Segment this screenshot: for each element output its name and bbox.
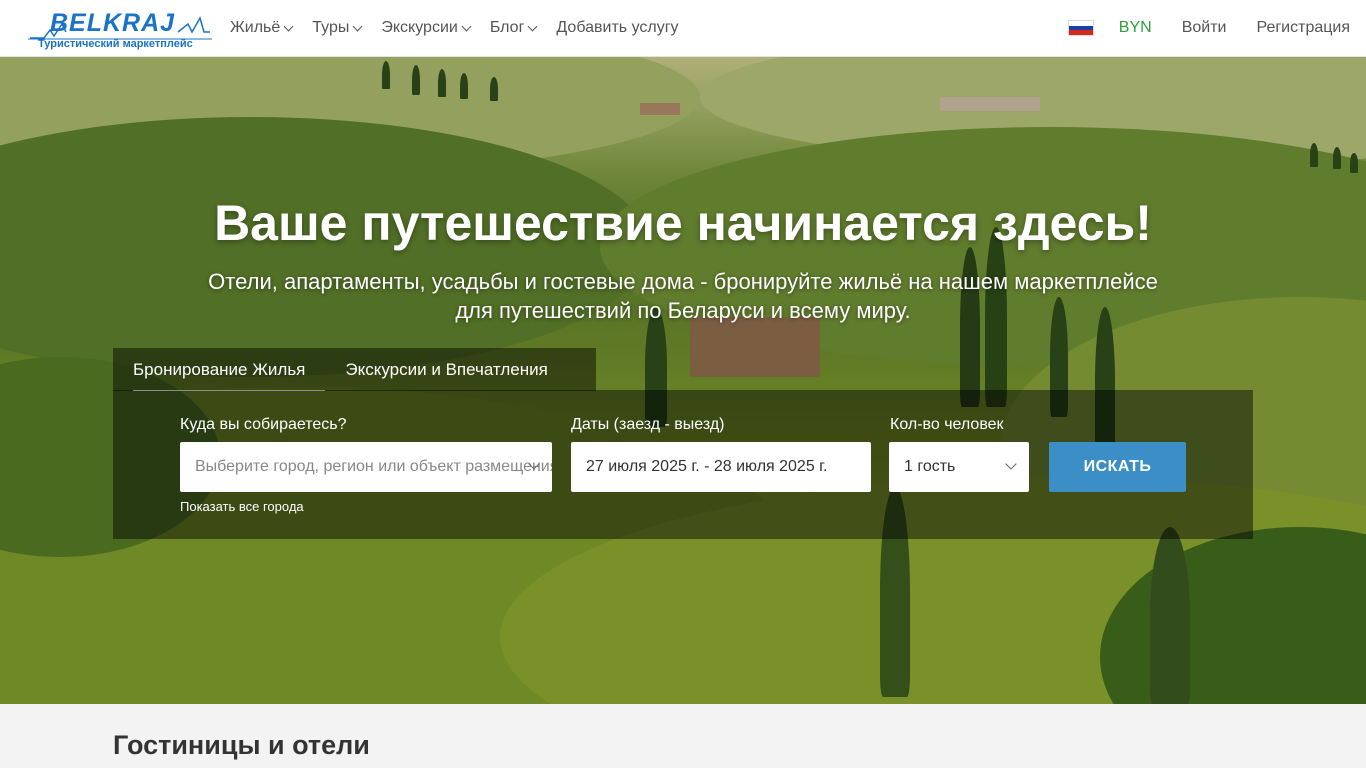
nav-item-excursions[interactable]: Экскурсии [381, 19, 472, 37]
nav-item-label: Блог [489, 19, 525, 36]
dates-value: 27 июля 2025 г. - 28 июля 2025 г. [586, 458, 828, 475]
user-nav: BYN Войти Регистрация [1067, 0, 1350, 56]
nav-item-add-service[interactable]: Добавить услугу [556, 19, 678, 37]
currency-selector[interactable]: BYN [1119, 19, 1152, 37]
register-link[interactable]: Регистрация [1256, 19, 1350, 37]
chevron-down-icon [461, 21, 472, 31]
guests-label: Кол-во человек [890, 416, 1004, 433]
section-title: Гостиницы и отели [113, 730, 370, 760]
nav-item-housing[interactable]: Жильё [230, 19, 294, 37]
nav-item-label: Экскурсии [381, 19, 458, 36]
hotels-section: Гостиницы и отели [0, 704, 1366, 768]
search-panel: Куда вы собираетесь? Выберите город, рег… [113, 390, 1253, 539]
main-nav: Жильё Туры Экскурсии Блог Добавить услуг… [230, 0, 699, 56]
nav-item-label: Туры [312, 19, 350, 36]
guests-value: 1 гость [904, 458, 956, 475]
header: BELKRAJ Туристический маркетплейс Жильё … [0, 0, 1366, 57]
login-link[interactable]: Войти [1182, 19, 1227, 37]
logo-tagline: Туристический маркетплейс [38, 38, 193, 50]
dates-input[interactable]: 27 июля 2025 г. - 28 июля 2025 г. [571, 442, 871, 492]
search-tabs: Бронирование Жилья Экскурсии и Впечатлен… [113, 348, 596, 391]
nav-item-tours[interactable]: Туры [312, 19, 363, 37]
russia-flag-icon[interactable] [1067, 20, 1094, 36]
nav-item-blog[interactable]: Блог [489, 19, 538, 37]
nav-item-label: Добавить услугу [556, 19, 679, 36]
chevron-down-icon [352, 21, 363, 31]
chevron-down-icon [527, 21, 538, 31]
chevron-down-icon [1005, 458, 1017, 470]
hero-subtitle: Отели, апартаменты, усадьбы и гостевые д… [208, 269, 1158, 323]
hero-title: Ваше путешествие начинается здесь! [214, 195, 1152, 251]
show-all-cities-link[interactable]: Показать все города [180, 499, 304, 514]
destination-label: Куда вы собираетесь? [180, 416, 347, 433]
logo-wordmark: BELKRAJ [50, 9, 176, 37]
hero-banner: Ваше путешествие начинается здесь! Отели… [0, 57, 1366, 704]
logo[interactable]: BELKRAJ Туристический маркетплейс [28, 9, 212, 52]
tab-housing-booking[interactable]: Бронирование Жилья [113, 348, 326, 391]
dates-label: Даты (заезд - выезд) [571, 416, 725, 433]
search-button[interactable]: ИСКАТЬ [1049, 442, 1186, 492]
destination-input[interactable]: Выберите город, регион или объект размещ… [180, 442, 552, 492]
chevron-down-icon [283, 21, 294, 31]
guests-select[interactable]: 1 гость [889, 442, 1029, 492]
nav-item-label: Жильё [230, 19, 281, 36]
destination-placeholder: Выберите город, регион или объект размещ… [195, 458, 552, 475]
tab-excursions[interactable]: Экскурсии и Впечатления [325, 348, 567, 391]
